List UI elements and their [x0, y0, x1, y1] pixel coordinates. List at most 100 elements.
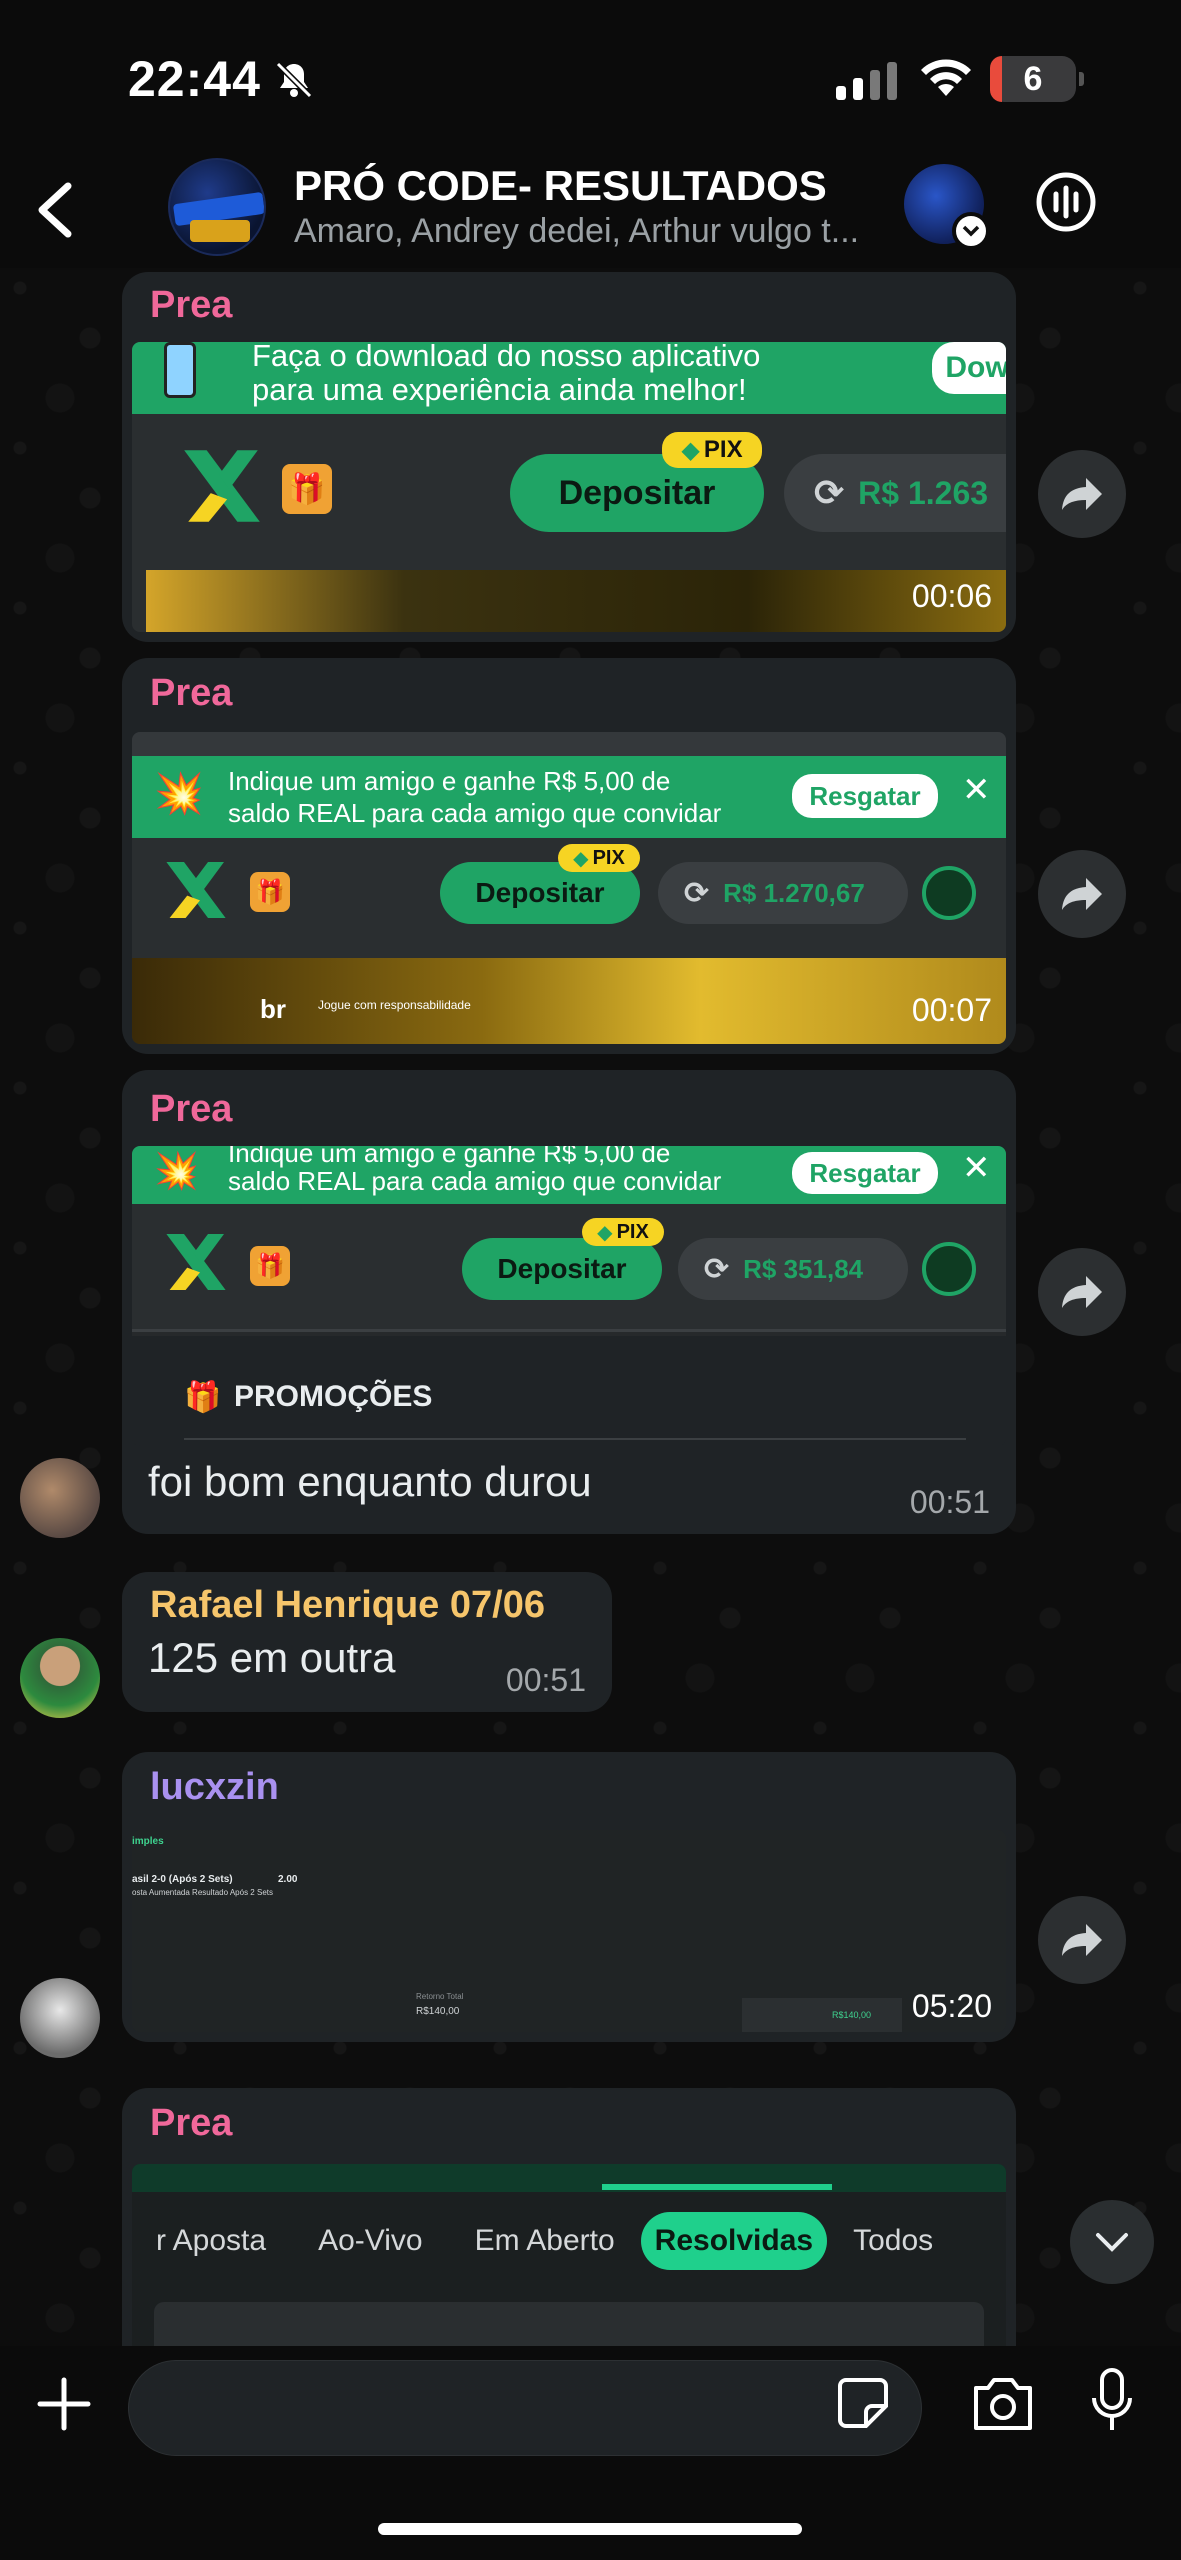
- promo-banner: 💥 Indique um amigo e ganhe R$ 5,00 de sa…: [132, 1146, 1006, 1204]
- group-title[interactable]: PRÓ CODE- RESULTADOS: [294, 162, 827, 210]
- balance-pill: ⟳ R$ 1.263: [784, 454, 1006, 532]
- wifi-icon: [921, 59, 971, 96]
- status-time: 22:44: [128, 51, 261, 107]
- back-chevron-icon[interactable]: [30, 180, 80, 240]
- brand-x-logo-icon: [166, 862, 226, 918]
- message-time: 00:51: [909, 1484, 990, 1520]
- banner-text-line-1: Indique um amigo e ganhe R$ 5,00 de: [228, 766, 671, 796]
- message-time: 00:07: [911, 992, 992, 1028]
- brand-x-logo-icon: [184, 450, 260, 522]
- group-avatar[interactable]: [168, 158, 266, 256]
- user-avatar[interactable]: [20, 1458, 100, 1538]
- user-avatar[interactable]: [20, 1978, 100, 2058]
- refresh-icon: ⟳: [704, 1252, 730, 1286]
- banner-text-line-2: saldo REAL para cada amigo que convidar: [228, 798, 722, 828]
- refresh-icon: ⟳: [814, 472, 845, 513]
- balance-value: R$ 351,84: [743, 1253, 864, 1284]
- balance-pill: ⟳ R$ 1.270,67: [658, 862, 908, 924]
- forward-button[interactable]: [1038, 1248, 1126, 1336]
- pix-diamond-icon: ◆: [681, 436, 700, 464]
- pix-label: PIX: [592, 846, 625, 869]
- bet-type-label: imples: [132, 1836, 164, 1847]
- section-divider: [184, 1438, 966, 1440]
- banner-text-line-1: Faça o download do nosso aplicativo: [252, 342, 761, 373]
- bell-off-icon: [275, 61, 313, 99]
- explosion-icon: 💥: [154, 772, 204, 816]
- message-bubble[interactable]: Prea Faça o download do nosso aplicativo…: [122, 272, 1016, 642]
- pix-diamond-icon: ◆: [573, 847, 589, 870]
- responsible-gaming-text: Jogue com responsabilidade: [318, 998, 471, 1012]
- chat-header[interactable]: PRÓ CODE- RESULTADOS Amaro, Andrey dedei…: [0, 150, 1181, 268]
- sender-name[interactable]: Prea: [150, 284, 232, 327]
- bet-odds: 2.00: [278, 1874, 298, 1885]
- message-bubble[interactable]: Prea 💥 Indique um amigo e ganhe R$ 5,00 …: [122, 1070, 1016, 1534]
- promo-banner: 💥 Indique um amigo e ganhe R$ 5,00 de sa…: [132, 756, 1006, 838]
- explosion-icon: 💥: [154, 1150, 199, 1191]
- balance-value: R$ 1.270,67: [723, 877, 865, 908]
- plus-icon[interactable]: [36, 2376, 92, 2432]
- voice-chat-icon[interactable]: [1034, 170, 1098, 234]
- message-bubble[interactable]: Rafael Henrique 07/06 125 em outra 00:51: [122, 1572, 612, 1712]
- video-thumbnail[interactable]: 💥 Indique um amigo e ganhe R$ 5,00 de sa…: [132, 732, 1006, 1044]
- profile-avatar-icon: [922, 1242, 976, 1296]
- forward-arrow-icon: [1062, 1276, 1102, 1308]
- microphone-icon[interactable]: [1088, 2366, 1136, 2436]
- community-avatar[interactable]: [904, 164, 990, 250]
- chevron-down-icon: [1096, 2233, 1128, 2252]
- resgatar-button: Resgatar: [792, 1152, 938, 1194]
- group-avatar-decoration: [190, 220, 250, 242]
- media-top-strip: [132, 732, 1006, 756]
- bet-status-box: [742, 1998, 902, 2032]
- bet-tabs: r Aposta Ao-Vivo Em Aberto Resolvidas To…: [142, 2212, 996, 2270]
- group-members[interactable]: Amaro, Andrey dedei, Arthur vulgo t...: [294, 212, 859, 251]
- sender-name[interactable]: Prea: [150, 672, 232, 715]
- forward-button[interactable]: [1038, 1896, 1126, 1984]
- video-thumbnail[interactable]: imples asil 2-0 (Após 2 Sets) 2.00 osta …: [132, 1830, 1006, 2032]
- close-icon: ✕: [962, 771, 991, 809]
- resgatar-button: Resgatar: [792, 774, 938, 818]
- gift-icon: 🎁: [250, 1246, 290, 1286]
- camera-icon[interactable]: [970, 2372, 1036, 2434]
- deposit-button: Depositar: [462, 1238, 662, 1300]
- video-thumbnail[interactable]: Faça o download do nosso aplicativo para…: [132, 342, 1006, 632]
- message-bubble[interactable]: Prea 💥 Indique um amigo e ganhe R$ 5,00 …: [122, 658, 1016, 1054]
- bet-total-value: R$140,00: [416, 2006, 460, 2017]
- video-preview-strip: [146, 570, 1006, 632]
- message-text: 125 em outra: [148, 1634, 396, 1681]
- message-time: 00:06: [911, 578, 992, 614]
- message-bubble[interactable]: lucxzin imples asil 2-0 (Após 2 Sets) 2.…: [122, 1752, 1016, 2042]
- pix-badge: ◆ PIX: [558, 844, 640, 872]
- pix-label: PIX: [616, 1220, 649, 1243]
- message-time: 05:20: [911, 1988, 992, 2024]
- forward-button[interactable]: [1038, 850, 1126, 938]
- balance-value: R$ 1.263: [858, 474, 989, 511]
- active-tab-underline: [602, 2184, 832, 2190]
- tab-ao-vivo: Ao-Vivo: [318, 2224, 423, 2257]
- profile-avatar-icon: [922, 866, 976, 920]
- tab-todos: Todos: [853, 2224, 934, 2257]
- message-input[interactable]: [128, 2360, 922, 2456]
- sender-name[interactable]: Rafael Henrique 07/06: [150, 1584, 545, 1627]
- tab-header-strip: [132, 2164, 1006, 2192]
- brand-logo: br: [260, 994, 286, 1024]
- status-bar: 22:44 6: [0, 0, 1181, 150]
- message-bubble[interactable]: Prea r Aposta Ao-Vivo Em Aberto Resolvid…: [122, 2088, 1016, 2388]
- user-avatar[interactable]: [20, 1638, 100, 1718]
- banner-text-line-2: saldo REAL para cada amigo que convidar: [228, 1166, 722, 1196]
- refresh-icon: ⟳: [684, 876, 710, 910]
- sticker-icon[interactable]: [836, 2376, 890, 2430]
- sender-name[interactable]: Prea: [150, 2102, 232, 2145]
- bet-total-label: Retorno Total: [416, 1992, 464, 2001]
- image-thumbnail[interactable]: 💥 Indique um amigo e ganhe R$ 5,00 de sa…: [132, 1146, 1006, 1446]
- sender-name[interactable]: lucxzin: [150, 1766, 279, 1809]
- forward-button[interactable]: [1038, 450, 1126, 538]
- sender-name[interactable]: Prea: [150, 1088, 232, 1131]
- forward-arrow-icon: [1062, 478, 1102, 510]
- scroll-to-bottom-button[interactable]: [1070, 2200, 1154, 2284]
- chevron-down-badge-icon: [952, 212, 990, 250]
- gift-outline-icon: 🎁: [184, 1381, 222, 1414]
- home-indicator[interactable]: [378, 2523, 802, 2535]
- forward-arrow-icon: [1062, 878, 1102, 910]
- pix-badge: ◆ PIX: [582, 1218, 664, 1246]
- bet-status-value: R$140,00: [832, 2010, 872, 2020]
